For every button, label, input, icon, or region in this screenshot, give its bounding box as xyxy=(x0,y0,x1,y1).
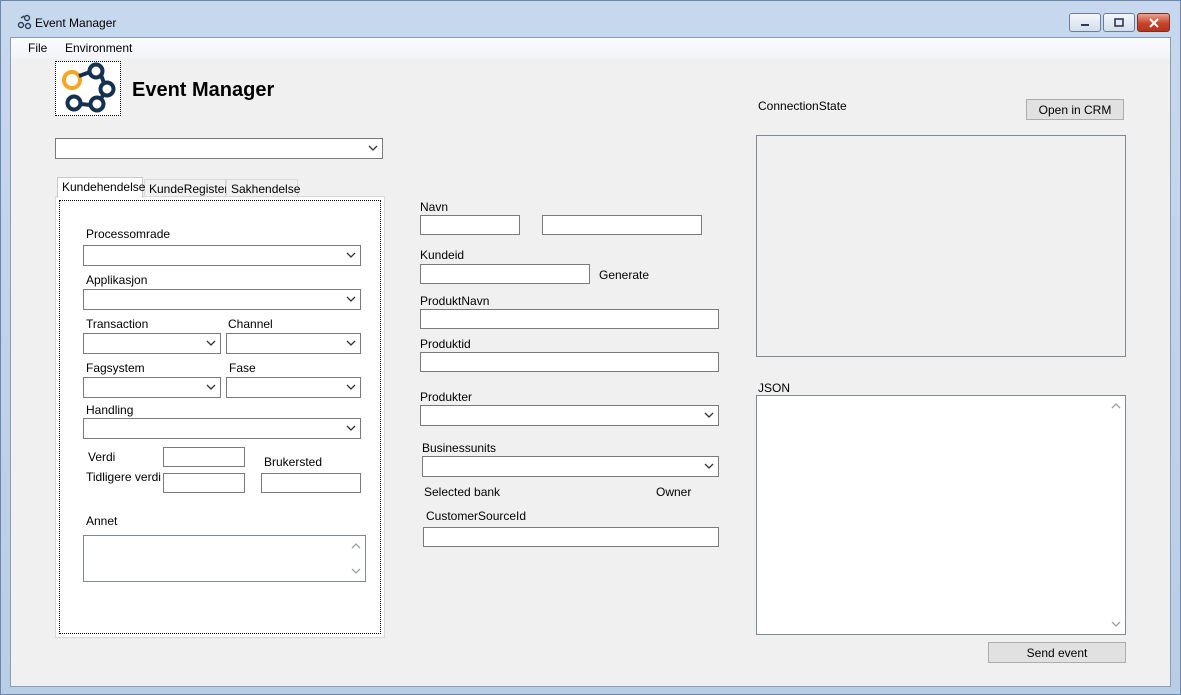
navn-label: Navn xyxy=(420,200,449,214)
businessunits-label: Businessunits xyxy=(422,441,497,455)
scroll-up-icon[interactable] xyxy=(1111,402,1121,410)
maximize-button[interactable] xyxy=(1103,13,1135,32)
transaction-select[interactable] xyxy=(83,333,221,354)
scroll-up-icon[interactable] xyxy=(351,542,361,550)
generate-link[interactable]: Generate xyxy=(599,268,649,282)
chevron-down-icon xyxy=(346,425,356,431)
transaction-label: Transaction xyxy=(86,317,149,331)
menu-file[interactable]: File xyxy=(28,41,47,55)
produktid-field[interactable] xyxy=(420,352,719,372)
environment-select[interactable] xyxy=(55,138,383,159)
handling-select[interactable] xyxy=(83,418,361,439)
tidligere-verdi-label: Tidligere verdi xyxy=(86,470,161,484)
title-bar[interactable]: Event Manager xyxy=(1,1,1180,37)
processomrade-select[interactable] xyxy=(83,245,361,266)
applikasjon-label: Applikasjon xyxy=(86,273,148,287)
verdi-label: Verdi xyxy=(88,450,116,464)
fagsystem-select[interactable] xyxy=(83,377,221,398)
chevron-down-icon xyxy=(346,296,356,302)
annet-textarea[interactable] xyxy=(83,535,366,582)
minimize-button[interactable] xyxy=(1069,13,1101,32)
produkter-label: Produkter xyxy=(420,390,473,404)
produktid-label: Produktid xyxy=(420,337,471,351)
app-icon xyxy=(17,14,33,30)
chevron-down-icon xyxy=(346,340,356,346)
chain-links-icon xyxy=(62,62,116,113)
brukersted-field[interactable] xyxy=(261,473,361,493)
verdi-field[interactable] xyxy=(163,447,245,467)
produkter-select[interactable] xyxy=(420,405,719,426)
tab-kundehendelse[interactable]: Kundehendelse xyxy=(57,177,145,198)
open-in-crm-button[interactable]: Open in CRM xyxy=(1026,99,1124,120)
logo-box xyxy=(55,61,121,116)
annet-scrollbar[interactable] xyxy=(348,537,364,580)
client-area: File Environment Event Manager Kundehend… xyxy=(10,37,1171,687)
processomrade-label: Processomrade xyxy=(86,227,171,241)
etternavn-field[interactable] xyxy=(542,215,702,235)
chevron-down-icon xyxy=(346,384,356,390)
chevron-down-icon xyxy=(346,252,356,258)
scroll-down-icon[interactable] xyxy=(1111,620,1121,628)
tidligere-verdi-field[interactable] xyxy=(163,473,245,493)
json-textarea[interactable] xyxy=(756,395,1126,635)
app-heading: Event Manager xyxy=(132,79,275,101)
close-button[interactable] xyxy=(1137,13,1170,32)
menu-bar: File Environment xyxy=(11,38,1170,59)
menu-environment[interactable]: Environment xyxy=(65,41,132,55)
fornavn-field[interactable] xyxy=(420,215,520,235)
applikasjon-select[interactable] xyxy=(83,289,361,310)
chevron-down-icon xyxy=(206,384,216,390)
json-label: JSON xyxy=(758,381,791,395)
maximize-icon xyxy=(1114,17,1124,27)
connection-state-label: ConnectionState xyxy=(758,99,847,113)
kundeid-field[interactable] xyxy=(420,264,590,284)
main-window: Event Manager File Environment Event Man… xyxy=(0,0,1181,695)
handling-label: Handling xyxy=(86,403,134,417)
chevron-down-icon xyxy=(206,340,216,346)
customer-source-id-field[interactable] xyxy=(423,527,719,547)
scroll-down-icon[interactable] xyxy=(351,567,361,575)
brukersted-label: Brukersted xyxy=(264,455,323,469)
channel-label: Channel xyxy=(228,317,273,331)
fase-label: Fase xyxy=(229,361,256,375)
produktnavn-field[interactable] xyxy=(420,309,719,329)
kundeid-label: Kundeid xyxy=(420,248,465,262)
chevron-down-icon xyxy=(704,412,714,418)
send-event-button[interactable]: Send event xyxy=(988,642,1126,663)
annet-label: Annet xyxy=(86,514,118,528)
minimize-icon xyxy=(1081,23,1089,26)
owner-label: Owner xyxy=(656,485,692,499)
json-scrollbar[interactable] xyxy=(1108,397,1124,633)
businessunits-select[interactable] xyxy=(422,456,719,477)
selected-bank-label: Selected bank xyxy=(424,485,501,499)
produktnavn-label: ProduktNavn xyxy=(420,294,490,308)
close-icon xyxy=(1148,17,1159,28)
chevron-down-icon xyxy=(704,463,714,469)
customer-source-id-label: CustomerSourceId xyxy=(426,509,527,523)
chevron-down-icon xyxy=(368,145,378,151)
connection-state-panel xyxy=(756,135,1126,357)
fase-select[interactable] xyxy=(226,377,361,398)
window-title: Event Manager xyxy=(35,16,117,30)
channel-select[interactable] xyxy=(226,333,361,354)
fagsystem-label: Fagsystem xyxy=(86,361,145,375)
